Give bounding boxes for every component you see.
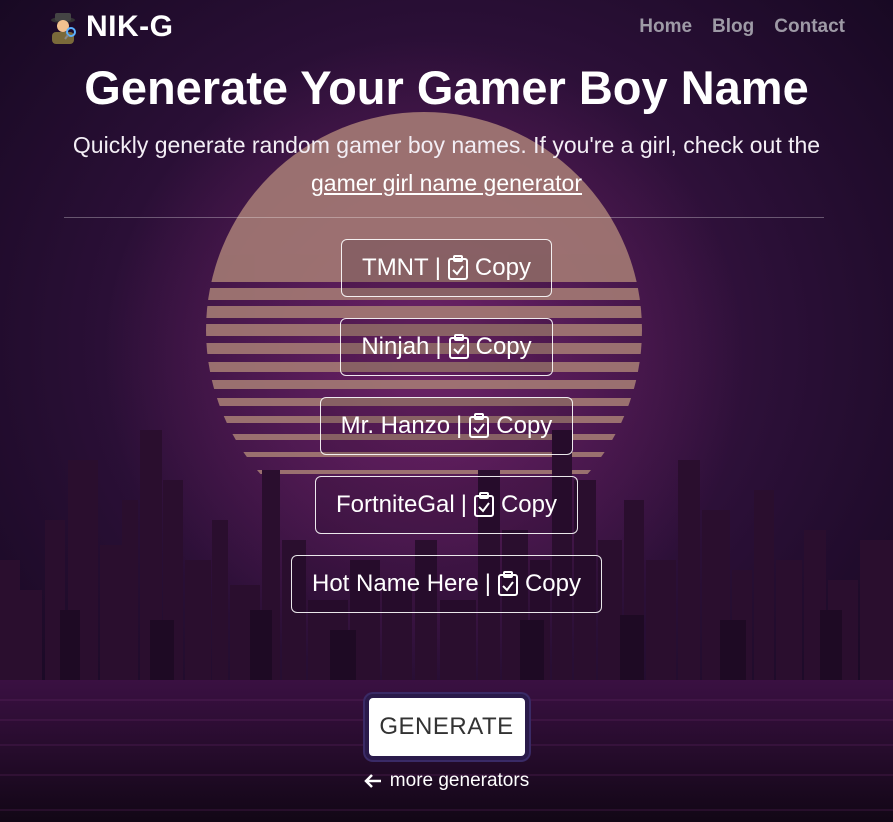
generated-name: Ninjah xyxy=(361,333,430,360)
more-generators-link[interactable]: more generators xyxy=(364,770,529,792)
more-generators-label: more generators xyxy=(389,770,530,791)
brand-logo[interactable]: NIK-G xyxy=(46,10,174,44)
detective-icon xyxy=(51,13,76,44)
clipboard-check-icon xyxy=(473,492,494,517)
subtitle-text: Quickly generate random gamer boy names.… xyxy=(72,132,821,158)
name-copy-button[interactable]: TMNT | Copy xyxy=(341,239,552,297)
nav-link-blog[interactable]: Blog xyxy=(712,16,754,38)
nav-links: Home Blog Contact xyxy=(639,16,845,38)
separator: | xyxy=(456,412,463,439)
copy-label: Copy xyxy=(496,412,553,439)
copy-label: Copy xyxy=(474,254,531,281)
top-nav: NIK-G Home Blog Contact xyxy=(46,10,845,50)
clipboard-check-icon xyxy=(447,255,468,280)
page-subtitle: Quickly generate random gamer boy names.… xyxy=(60,126,833,202)
clipboard-check-icon xyxy=(469,413,490,438)
name-copy-button[interactable]: FortniteGal | Copy xyxy=(315,476,578,534)
separator: | xyxy=(484,570,491,597)
generate-area: GENERATE xyxy=(0,694,893,760)
brand-name: NIK-G xyxy=(86,10,174,43)
copy-label: Copy xyxy=(524,570,581,597)
generated-name: FortniteGal xyxy=(336,491,455,518)
generate-button[interactable]: GENERATE xyxy=(364,694,529,760)
copy-label: Copy xyxy=(475,333,532,360)
generated-name: Hot Name Here xyxy=(312,570,479,597)
copy-label: Copy xyxy=(500,491,557,518)
page-title: Generate Your Gamer Boy Name xyxy=(84,61,809,114)
separator: | xyxy=(435,333,442,360)
clipboard-check-icon xyxy=(497,571,518,596)
arrow-left-icon xyxy=(364,774,381,788)
name-copy-button[interactable]: Hot Name Here | Copy xyxy=(291,555,602,613)
generated-name: TMNT xyxy=(362,254,429,281)
name-list: TMNT | Copy Ninjah | Copy Mr. Hanzo | Co… xyxy=(0,239,893,634)
name-copy-button[interactable]: Mr. Hanzo | Copy xyxy=(319,397,574,455)
nav-link-contact[interactable]: Contact xyxy=(774,16,845,38)
divider xyxy=(64,217,824,218)
clipboard-check-icon xyxy=(448,334,469,359)
separator: | xyxy=(434,254,441,281)
girl-generator-link[interactable]: gamer girl name generator xyxy=(311,170,582,196)
more-generators: more generators xyxy=(0,770,893,794)
generated-name: Mr. Hanzo xyxy=(340,412,451,439)
separator: | xyxy=(460,491,467,518)
nav-link-home[interactable]: Home xyxy=(639,16,692,38)
name-copy-button[interactable]: Ninjah | Copy xyxy=(340,318,553,376)
